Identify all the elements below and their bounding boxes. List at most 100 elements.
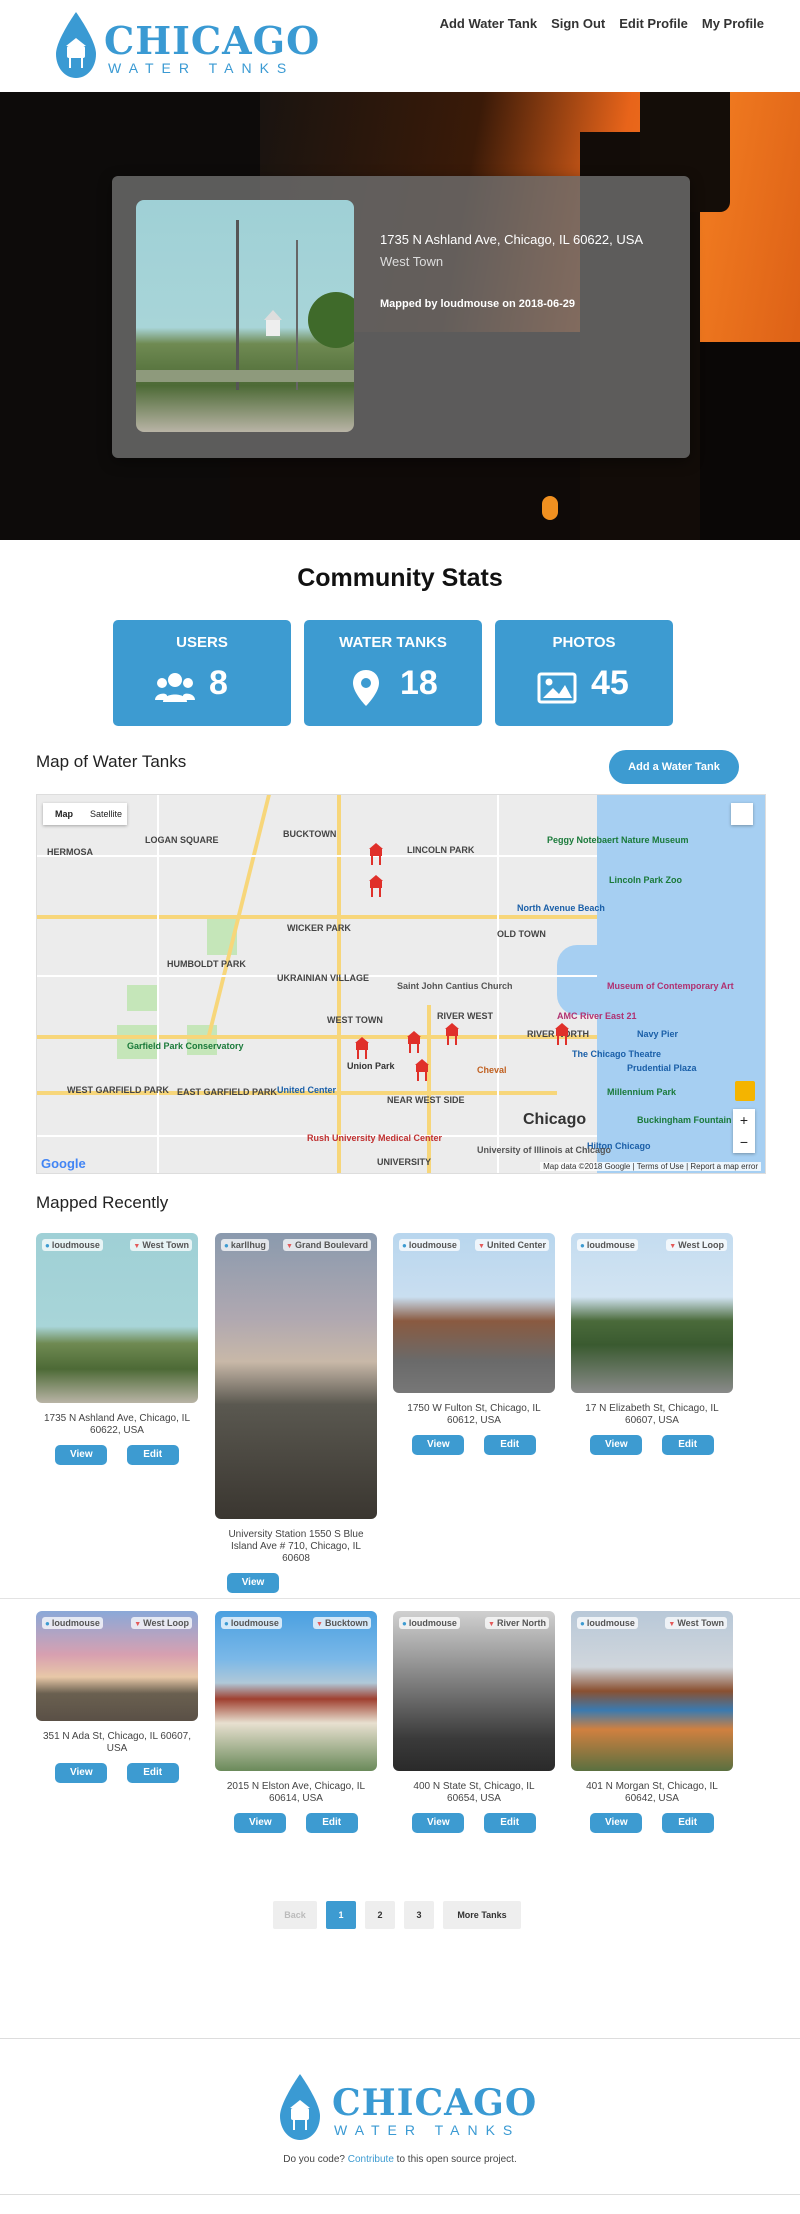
map-attribution[interactable]: Map data ©2018 Google | Terms of Use | R…	[540, 1162, 761, 1171]
tank-address: 351 N Ada St, Chicago, IL 60607, USA	[42, 1731, 192, 1754]
pagination-page-3[interactable]: 3	[404, 1901, 434, 1929]
zoom-in-button[interactable]: +	[733, 1109, 755, 1131]
nav-my-profile[interactable]: My Profile	[702, 16, 764, 31]
footer-logo-subtitle: WATER TANKS	[334, 2122, 521, 2138]
view-button[interactable]: View	[412, 1813, 465, 1833]
tank-meta: loudmouse Bucktown	[221, 1617, 371, 1629]
site-header: CHICAGO WATER TANKS Add Water Tank Sign …	[0, 0, 800, 92]
map-poi: Peggy Notebaert Nature Museum	[547, 835, 689, 845]
footer-logo-wordmark: CHICAGO	[332, 2082, 538, 2124]
google-logo: Google	[41, 1156, 86, 1171]
edit-button[interactable]: Edit	[305, 1813, 358, 1833]
tank-neighborhood: West Town	[665, 1617, 727, 1629]
map-poi: Buckingham Fountain	[637, 1115, 732, 1125]
map-type-satellite-button[interactable]: Satellite	[85, 803, 127, 825]
water-tank-marker-icon[interactable]	[443, 1021, 461, 1045]
fullscreen-button[interactable]	[731, 803, 753, 825]
map-label: EAST GARFIELD PARK	[177, 1087, 277, 1097]
tank-photo[interactable]: karllhug Grand Boulevard	[215, 1233, 377, 1519]
map-type-control: Map Satellite	[43, 803, 127, 825]
map-label: WEST GARFIELD PARK	[67, 1085, 169, 1095]
view-button[interactable]: View	[590, 1435, 643, 1455]
tank-neighborhood: United Center	[475, 1239, 549, 1251]
tank-meta: loudmouse West Town	[577, 1617, 727, 1629]
row-divider	[0, 1598, 800, 1599]
tank-neighborhood: West Loop	[131, 1617, 192, 1629]
water-tank-marker-icon[interactable]	[553, 1021, 571, 1045]
map-park	[127, 985, 157, 1011]
stat-water-tanks-card: WATER TANKS 18	[304, 620, 482, 726]
featured-photo-art	[136, 220, 354, 390]
edit-button[interactable]: Edit	[126, 1445, 179, 1465]
tank-photo[interactable]: loudmouse West Town	[36, 1233, 198, 1403]
water-drop-logo-icon	[280, 2074, 320, 2140]
tank-photo[interactable]: loudmouse Bucktown	[215, 1611, 377, 1771]
view-button[interactable]: View	[412, 1435, 465, 1455]
site-logo[interactable]: CHICAGO WATER TANKS	[52, 10, 319, 82]
tank-photo[interactable]: loudmouse United Center	[393, 1233, 555, 1393]
tank-address: 1750 W Fulton St, Chicago, IL 60612, USA	[407, 1403, 541, 1426]
featured-tank-card[interactable]: 1735 N Ashland Ave, Chicago, IL 60622, U…	[112, 176, 690, 458]
edit-button[interactable]: Edit	[483, 1435, 536, 1455]
nav-sign-out[interactable]: Sign Out	[551, 16, 605, 31]
water-tank-marker-icon[interactable]	[367, 841, 385, 865]
view-button[interactable]: View	[590, 1813, 643, 1833]
tank-user[interactable]: loudmouse	[42, 1617, 103, 1629]
edit-button[interactable]: Edit	[483, 1813, 536, 1833]
tank-user[interactable]: loudmouse	[399, 1239, 460, 1251]
street-view-pegman-icon[interactable]	[735, 1081, 755, 1101]
tank-neighborhood: West Loop	[666, 1239, 727, 1251]
add-water-tank-button[interactable]: Add a Water Tank	[609, 750, 739, 784]
map-lake	[557, 945, 617, 1015]
water-tank-marker-icon[interactable]	[367, 873, 385, 897]
mapped-recently-title: Mapped Recently	[36, 1193, 169, 1212]
tank-neighborhood: River North	[485, 1617, 549, 1629]
featured-tank-photo[interactable]	[136, 200, 354, 432]
pagination-page-2[interactable]: 2	[365, 1901, 395, 1929]
view-button[interactable]: View	[55, 1763, 108, 1783]
tank-user[interactable]: loudmouse	[42, 1239, 103, 1251]
footer-divider	[0, 2038, 800, 2039]
tank-user[interactable]: loudmouse	[399, 1617, 460, 1629]
tank-actions: View Edit	[36, 1763, 198, 1783]
map-poi: Union Park	[347, 1061, 395, 1071]
map-label: HUMBOLDT PARK	[167, 959, 246, 969]
tank-photo[interactable]: loudmouse West Loop	[36, 1611, 198, 1721]
water-tanks-map[interactable]: HERMOSA LOGAN SQUARE BUCKTOWN LINCOLN PA…	[36, 794, 766, 1174]
tank-neighborhood: West Town	[130, 1239, 192, 1251]
zoom-out-button[interactable]: −	[733, 1131, 755, 1153]
tank-user[interactable]: loudmouse	[577, 1239, 638, 1251]
footer-logo[interactable]: CHICAGO WATER TANKS	[276, 2072, 536, 2144]
map-poi: The Chicago Theatre	[572, 1049, 662, 1059]
water-tank-marker-icon[interactable]	[405, 1029, 423, 1053]
view-button[interactable]: View	[55, 1445, 108, 1465]
pagination-back-button[interactable]: Back	[273, 1901, 317, 1929]
map-poi: Rush University Medical Center	[307, 1133, 443, 1143]
map-label: WEST TOWN	[327, 1015, 383, 1025]
edit-button[interactable]: Edit	[661, 1813, 714, 1833]
tank-user[interactable]: loudmouse	[221, 1617, 282, 1629]
edit-button[interactable]: Edit	[126, 1763, 179, 1783]
tank-tile: loudmouse Bucktown 2015 N Elston Ave, Chi…	[215, 1611, 377, 1833]
footer-note-prefix: Do you code?	[283, 2154, 345, 2165]
water-tank-marker-icon[interactable]	[413, 1057, 431, 1081]
nav-add-water-tank[interactable]: Add Water Tank	[440, 16, 538, 31]
map-section-title: Map of Water Tanks	[36, 752, 187, 771]
tank-user[interactable]: karllhug	[221, 1239, 269, 1251]
pagination-page-1[interactable]: 1	[326, 1901, 356, 1929]
tank-meta: karllhug Grand Boulevard	[221, 1239, 371, 1251]
water-tank-marker-icon[interactable]	[353, 1035, 371, 1059]
more-tanks-button[interactable]: More Tanks	[443, 1901, 521, 1929]
edit-button[interactable]: Edit	[661, 1435, 714, 1455]
tank-photo[interactable]: loudmouse West Loop	[571, 1233, 733, 1393]
tank-meta: loudmouse West Loop	[42, 1617, 192, 1629]
tank-user[interactable]: loudmouse	[577, 1617, 638, 1629]
tank-photo[interactable]: loudmouse River North	[393, 1611, 555, 1771]
contribute-link[interactable]: Contribute	[348, 2154, 394, 2165]
map-poi: Navy Pier	[637, 1029, 679, 1039]
nav-edit-profile[interactable]: Edit Profile	[619, 16, 688, 31]
tank-photo[interactable]: loudmouse West Town	[571, 1611, 733, 1771]
view-button[interactable]: View	[234, 1813, 287, 1833]
view-button[interactable]: View	[227, 1573, 279, 1593]
map-type-map-button[interactable]: Map	[43, 803, 85, 825]
